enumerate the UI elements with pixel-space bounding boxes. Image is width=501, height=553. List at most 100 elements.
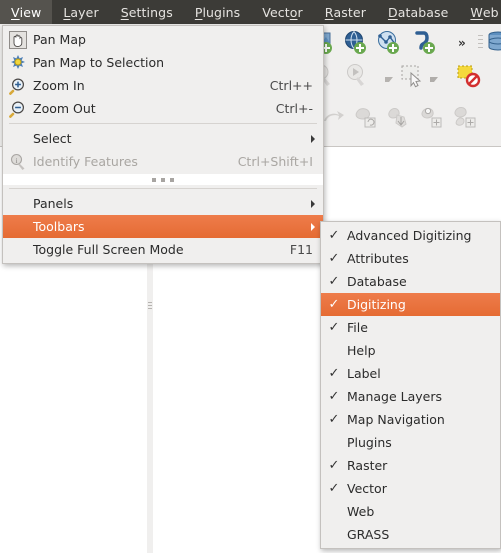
menu-item-label: Manage Layers — [347, 389, 442, 404]
view-menu-item-pan-map[interactable]: Pan Map — [3, 28, 323, 51]
view-menu-item-zoom-in[interactable]: Zoom In Ctrl++ — [3, 74, 323, 97]
menu-item-label: Raster — [347, 458, 388, 473]
deselect-features-icon[interactable] — [455, 62, 481, 88]
menu-item-label: Web — [347, 504, 375, 519]
select-features-dropdown-icon — [430, 77, 438, 82]
menu-item-label: Map Navigation — [347, 412, 445, 427]
toolbar-menu-item-label[interactable]: ✓ Label — [321, 362, 500, 385]
check-icon: ✓ — [328, 297, 340, 312]
menu-item-label: Label — [347, 366, 381, 381]
toolbar-menu-item-plugins[interactable]: Plugins — [321, 431, 500, 454]
menu-item-label: Plugins — [347, 435, 392, 450]
menu-item-label: Advanced Digitizing — [347, 228, 472, 243]
toolbar-menu-item-raster[interactable]: ✓ Raster — [321, 454, 500, 477]
toolbar-handle-icon[interactable] — [478, 35, 483, 49]
menu-item-label: Zoom Out — [33, 101, 96, 116]
check-icon: ✓ — [328, 228, 340, 243]
toolbar-overflow-button[interactable]: » — [458, 36, 472, 50]
splitter-grip-icon — [148, 302, 152, 311]
menubar-item-vector[interactable]: Vect o r — [251, 0, 313, 24]
menu-item-label: Select — [33, 131, 72, 146]
view-menu-item-toolbars[interactable]: Toolbars — [3, 215, 323, 238]
select-features-icon — [399, 62, 425, 88]
toolbar-menu-item-grass[interactable]: GRASS — [321, 523, 500, 546]
menu-item-label: Toggle Full Screen Mode — [33, 242, 184, 257]
run-feature-action-icon — [344, 62, 370, 88]
menu-item-icon-slot — [3, 193, 33, 215]
menu-item-label: Pan Map — [33, 32, 86, 47]
toolbar-menu-item-map-navigation[interactable]: ✓ Map Navigation — [321, 408, 500, 431]
add-database-layer-icon[interactable] — [487, 30, 501, 56]
menu-item-label: Panels — [33, 196, 74, 211]
menu-item-icon-slot — [3, 128, 33, 150]
pan-hand-icon — [3, 29, 33, 51]
toolbar-menu-item-advanced-digitizing[interactable]: ✓ Advanced Digitizing — [321, 224, 500, 247]
menu-item-label: Zoom In — [33, 78, 85, 93]
menu-item-label: File — [347, 320, 368, 335]
view-menu[interactable]: Pan Map Pan Map to Selection Zoom In Ctrl++… — [2, 25, 324, 264]
zoom-out-icon — [3, 98, 33, 120]
toolbar-menu-item-vector[interactable]: ✓ Vector — [321, 477, 500, 500]
toolbar-menu-item-manage-layers[interactable]: ✓ Manage Layers — [321, 385, 500, 408]
check-icon: ✓ — [328, 274, 340, 289]
add-wms-layer-icon[interactable] — [343, 30, 369, 56]
check-icon: ✓ — [328, 320, 340, 335]
menubar-item-raster[interactable]: Raster — [314, 0, 377, 24]
svg-text:i: i — [15, 156, 17, 165]
toolbar-menu-item-attributes[interactable]: ✓ Attributes — [321, 247, 500, 270]
toolbars-submenu[interactable]: ✓ Advanced Digitizing ✓ Attributes ✓ Database… — [320, 221, 501, 549]
toolbar-menu-item-file[interactable]: ✓ File — [321, 316, 500, 339]
menu-item-label: Identify Features — [33, 154, 138, 169]
zoom-in-icon — [3, 75, 33, 97]
toolbar-menu-item-help[interactable]: Help — [321, 339, 500, 362]
check-icon: ✓ — [328, 481, 340, 496]
menubar-item-plugins[interactable]: Plugins — [184, 0, 251, 24]
check-icon: ✓ — [328, 251, 340, 266]
menu-item-label: GRASS — [347, 527, 390, 542]
submenu-arrow-icon — [311, 222, 315, 231]
submenu-arrow-icon — [311, 134, 315, 143]
menu-item-shortcut: Ctrl++ — [269, 78, 313, 93]
move-feature-icon — [386, 104, 412, 130]
menu-item-label: Pan Map to Selection — [33, 55, 165, 70]
toolbar-menu-item-database[interactable]: ✓ Database — [321, 270, 500, 293]
view-menu-item-pan-map-to-selection[interactable]: Pan Map to Selection — [3, 51, 323, 74]
toolbar-menu-item-web[interactable]: Web — [321, 500, 500, 523]
add-feature-icon — [353, 104, 379, 130]
menu-item-label: Vector — [347, 481, 387, 496]
view-menu-item-panels[interactable]: Panels — [3, 192, 323, 215]
menu-item-shortcut: Ctrl+- — [275, 101, 313, 116]
check-icon: ✓ — [328, 366, 340, 381]
menu-item-label: Attributes — [347, 251, 409, 266]
toolbar-menu-item-digitizing[interactable]: ✓ Digitizing — [321, 293, 500, 316]
menubar-item-settings[interactable]: Settings — [110, 0, 184, 24]
add-wfs-layer-icon[interactable] — [376, 30, 402, 56]
menubar-item-database[interactable]: Database — [377, 0, 459, 24]
menu-separator — [9, 123, 317, 124]
menubar-item-view[interactable]: View — [0, 0, 53, 24]
view-menu-item-identify-features: i Identify Features Ctrl+Shift+I — [3, 150, 323, 173]
menu-item-label: Digitizing — [347, 297, 406, 312]
menu-item-label: Help — [347, 343, 376, 358]
check-icon: ✓ — [328, 458, 340, 473]
view-menu-item-select[interactable]: Select — [3, 127, 323, 150]
menu-item-icon-slot — [3, 239, 33, 261]
check-icon: ✓ — [328, 412, 340, 427]
submenu-arrow-icon — [311, 199, 315, 208]
menu-item-shortcut: F11 — [289, 242, 313, 257]
menu-scroll-expander[interactable] — [3, 174, 323, 185]
menu-item-label: Toolbars — [33, 219, 85, 234]
menubar-item-layer[interactable]: Layer — [52, 0, 109, 24]
menu-item-shortcut: Ctrl+Shift+I — [237, 154, 313, 169]
identify-icon: i — [3, 151, 33, 173]
view-menu-item-toggle-full-screen-mode[interactable]: Toggle Full Screen Mode F11 — [3, 238, 323, 261]
menu-item-label: Database — [347, 274, 407, 289]
menubar-item-web[interactable]: Web — [459, 0, 501, 24]
node-tool-icon — [419, 104, 445, 130]
menu-separator — [9, 188, 317, 189]
menu-item-icon-slot — [3, 216, 33, 238]
menu-bar[interactable]: View Layer Settings Plugins Vect o r Raster Data… — [0, 0, 501, 24]
add-delimited-text-layer-icon[interactable] — [411, 30, 437, 56]
view-menu-item-zoom-out[interactable]: Zoom Out Ctrl+- — [3, 97, 323, 120]
delete-selected-icon — [452, 104, 478, 130]
